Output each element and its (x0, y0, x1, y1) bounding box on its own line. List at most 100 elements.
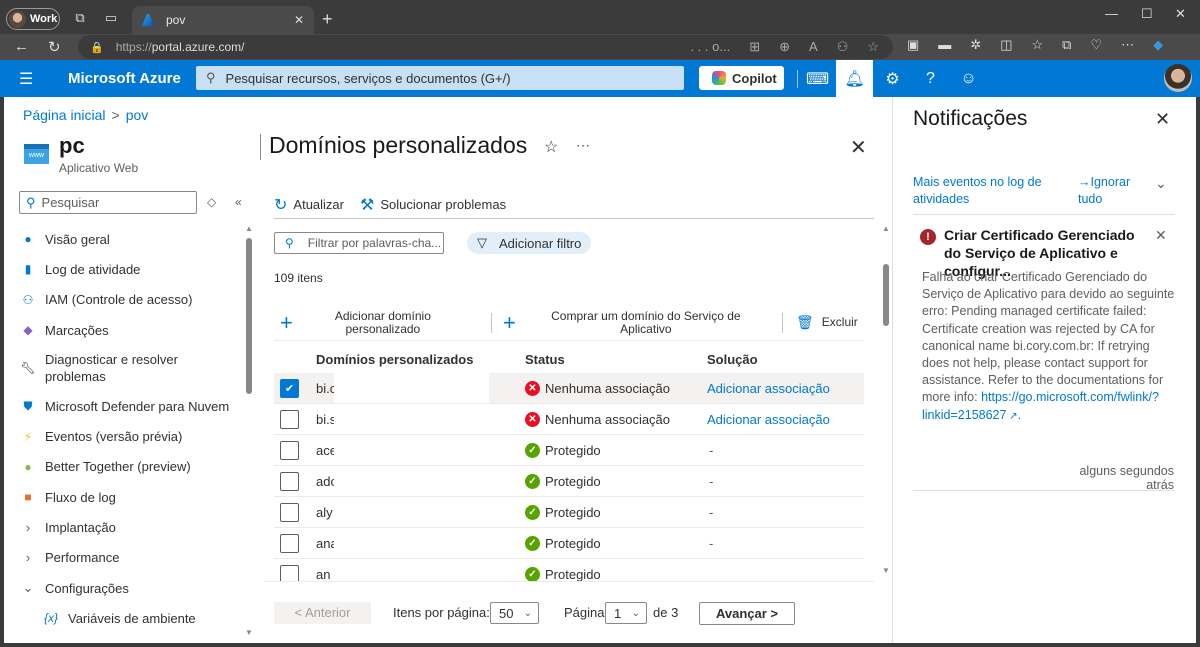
close-blade-icon[interactable]: ✕ (850, 135, 867, 160)
dismiss-all-link[interactable]: →Ignorar tudo (1078, 174, 1148, 208)
user-avatar[interactable] (1164, 64, 1192, 92)
global-search-input[interactable]: ⚲ Pesquisar recursos, serviços e documen… (196, 66, 684, 90)
add-filter-button[interactable]: ▽ Adicionar filtro (467, 232, 591, 254)
more-options-icon[interactable]: ⋯ (1121, 37, 1134, 53)
browser-tab[interactable]: pov ✕ (132, 6, 314, 34)
row-checkbox[interactable] (280, 564, 299, 582)
new-tab-button[interactable]: + (322, 9, 333, 30)
table-row[interactable]: bi.s ✕ Nenhuma associação Adicionar associa… (274, 404, 864, 435)
add-binding-link[interactable]: Adicionar associação (707, 412, 830, 427)
previous-page-button[interactable]: < Anterior (274, 602, 371, 624)
sidebar-item-activity-log[interactable]: ▮ Log de atividade (19, 254, 244, 284)
collections-icon[interactable]: ⧉ (1062, 37, 1071, 53)
row-checkbox[interactable] (280, 533, 299, 553)
favorites-icon[interactable]: ☆ (1032, 37, 1044, 53)
scroll-up-icon[interactable]: ▲ (245, 224, 253, 233)
help-icon[interactable]: ? (912, 60, 949, 97)
row-checkbox[interactable]: ✔ (280, 378, 299, 398)
tab-actions-icon[interactable]: ▭ (103, 10, 119, 26)
sidebar-item-diagnose[interactable]: 🔧︎ Diagnosticar e resolver problemas (19, 345, 244, 391)
sort-toggle-icon[interactable]: ◇ (207, 195, 216, 209)
sidebar-scrollbar[interactable]: ▲ ▼ (245, 224, 253, 639)
profile-button[interactable]: Work (6, 8, 60, 30)
sidebar-item-events[interactable]: ⚡︎ Eventos (versão prévia) (19, 421, 244, 451)
row-checkbox[interactable] (280, 409, 299, 429)
sidebar-item-deployment[interactable]: › Implantação (19, 512, 244, 542)
sidebar-item-tags[interactable]: ◆ Marcações (19, 315, 244, 345)
cloud-shell-icon[interactable]: ⌨ (799, 60, 836, 97)
row-checkbox[interactable] (280, 471, 299, 491)
workspaces-icon[interactable]: ⧉ (72, 10, 88, 26)
table-row[interactable]: ace ✓ Protegido - (274, 435, 864, 466)
filter-input[interactable]: ⚲ Filtrar por palavras-cha... (274, 232, 444, 254)
sidebar-item-better-together[interactable]: ● Better Together (preview) (19, 452, 244, 482)
table-row[interactable]: aly ✓ Protegido - (274, 497, 864, 528)
collapse-sidebar-icon[interactable]: « (235, 195, 242, 209)
sidebar-item-env-vars[interactable]: {x} Variáveis de ambiente (19, 603, 244, 633)
next-page-button[interactable]: Avançar > (699, 602, 795, 625)
zoom-icon[interactable]: ⊕ (779, 39, 790, 55)
domain-name[interactable]: an (316, 567, 330, 582)
favorite-star-icon[interactable]: ☆ (867, 39, 879, 55)
chevron-down-icon[interactable]: ⌄ (1155, 175, 1167, 192)
extension-b-icon[interactable]: ▣ (907, 37, 919, 53)
notifications-bell-icon[interactable]: 🔔︎ (836, 60, 873, 97)
table-row[interactable]: adc ✓ Protegido - (274, 466, 864, 497)
sidebar-item-iam[interactable]: ⚇ IAM (Controle de acesso) (19, 285, 244, 315)
close-window-button[interactable]: ✕ (1175, 6, 1186, 22)
column-header-domain[interactable]: Domínios personalizados (316, 345, 525, 373)
refresh-button[interactable]: ↻ Atualizar (274, 195, 344, 215)
scroll-up-icon[interactable]: ▲ (882, 224, 890, 233)
read-aloud-icon[interactable]: A (809, 39, 818, 55)
per-page-select[interactable]: 50 ⌄ (490, 602, 539, 624)
add-domain-button[interactable]: + Adicionar domínio personalizado (274, 309, 486, 336)
more-options-icon[interactable]: ⋯ (576, 137, 590, 154)
feedback-icon[interactable]: ☺ (950, 60, 987, 97)
url-field[interactable]: 🔒 https://portal.azure.com/ . . . o... ⊞… (78, 35, 893, 59)
dismiss-notification-icon[interactable]: ✕ (1155, 227, 1167, 244)
sidebar-search-input[interactable]: ⚲ Pesquisar (19, 191, 197, 214)
share-icon[interactable]: ⚇ (837, 39, 849, 55)
breadcrumb-current[interactable]: pov (126, 107, 149, 123)
sidebar-item-log-stream[interactable]: ■ Fluxo de log (19, 482, 244, 512)
split-screen-icon[interactable]: ◫ (1000, 37, 1012, 53)
sidebar-item-performance[interactable]: › Performance (19, 543, 244, 573)
extension-screen-icon[interactable]: ▬ (938, 37, 951, 53)
extensions-icon[interactable]: ✲ (970, 37, 981, 53)
app-available-icon[interactable]: ⊞ (749, 39, 760, 55)
table-row[interactable]: an ✓ Protegido (274, 559, 864, 582)
delete-button[interactable]: 🗑︎ Excluir (796, 315, 858, 329)
row-checkbox[interactable] (280, 502, 299, 522)
maximize-button[interactable]: ☐ (1141, 6, 1153, 22)
copilot-browser-icon[interactable]: ◆ (1153, 37, 1163, 53)
column-header-status[interactable]: Status (525, 352, 707, 367)
close-tab-icon[interactable]: ✕ (294, 13, 304, 27)
table-scroll-thumb[interactable] (883, 264, 889, 326)
copilot-button[interactable]: Copilot (699, 66, 784, 90)
buy-domain-button[interactable]: + Comprar um domínio do Serviço de Aplica… (497, 309, 777, 336)
domain-name[interactable]: aly (316, 505, 333, 520)
breadcrumb-home[interactable]: Página inicial (23, 107, 106, 123)
scroll-down-icon[interactable]: ▼ (245, 628, 253, 637)
sidebar-item-defender[interactable]: ⛊ Microsoft Defender para Nuvem (19, 391, 244, 421)
back-icon[interactable]: ← (14, 38, 29, 55)
settings-gear-icon[interactable]: ⚙ (874, 60, 911, 97)
column-header-solution[interactable]: Solução (707, 352, 864, 367)
hamburger-menu-icon[interactable]: ☰ (19, 69, 33, 89)
table-scrollbar[interactable]: ▲ ▼ (882, 224, 890, 576)
sidebar-item-overview[interactable]: ● Visão geral (19, 224, 244, 254)
scroll-down-icon[interactable]: ▼ (882, 566, 890, 575)
close-notifications-icon[interactable]: ✕ (1155, 109, 1170, 130)
page-select[interactable]: 1 ⌄ (605, 602, 647, 624)
sidebar-item-settings[interactable]: ⌄ Configurações (19, 573, 244, 603)
browser-essentials-icon[interactable]: ♡ (1090, 37, 1102, 53)
sidebar-scroll-thumb[interactable] (246, 238, 252, 394)
minimize-button[interactable]: — (1105, 6, 1118, 21)
add-binding-link[interactable]: Adicionar associação (707, 381, 830, 396)
more-events-link[interactable]: Mais eventos no log de atividades (913, 174, 1053, 208)
row-checkbox[interactable] (280, 440, 299, 460)
table-row[interactable]: ✔ bi.c ✕ Nenhuma associação Adicionar associ… (274, 373, 864, 404)
table-row[interactable]: ana ✓ Protegido - (274, 528, 864, 559)
favorite-star-icon[interactable]: ☆ (544, 137, 558, 157)
troubleshoot-button[interactable]: ⚒ Solucionar problemas (360, 195, 506, 215)
